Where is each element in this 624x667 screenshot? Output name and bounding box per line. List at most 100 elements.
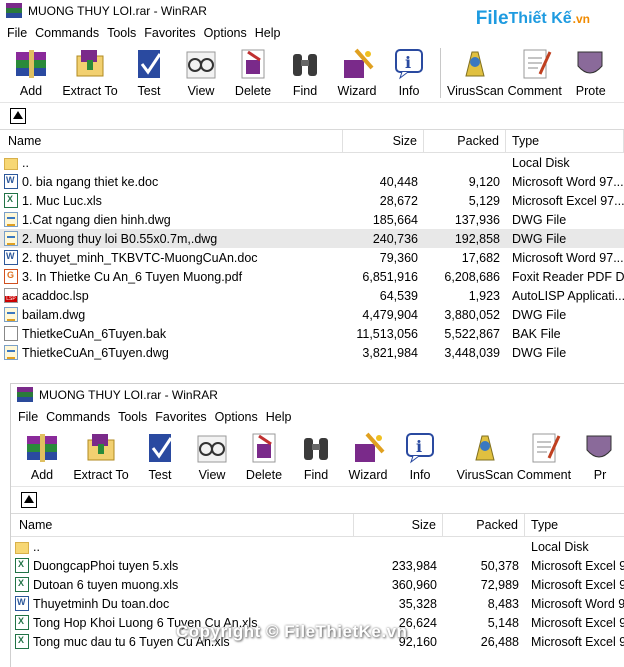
- toolbar-label: View: [187, 84, 215, 98]
- menu-help[interactable]: Help: [252, 26, 286, 40]
- column-header-packed[interactable]: Packed: [443, 514, 525, 536]
- file-row[interactable]: 1. Muc Luc.xls 28,672 5,129 Microsoft Excel…: [0, 191, 624, 210]
- column-header-type[interactable]: Type: [506, 130, 624, 152]
- file-row[interactable]: .. Local Disk: [11, 537, 624, 556]
- file-packed: 17,682: [461, 250, 500, 265]
- file-type: Microsoft Excel 97...: [531, 558, 624, 573]
- menu-commands[interactable]: Commands: [43, 410, 115, 424]
- file-packed: 6,208,686: [444, 269, 500, 284]
- prote-button[interactable]: Prote: [566, 44, 616, 98]
- view-button[interactable]: View: [176, 44, 226, 98]
- comment-button[interactable]: Comment: [506, 44, 564, 98]
- file-size: 79,360: [379, 250, 418, 265]
- view-button[interactable]: View: [187, 428, 237, 482]
- blank-file-icon: [4, 326, 18, 341]
- column-header-name[interactable]: Name: [0, 130, 343, 152]
- test-button[interactable]: Test: [124, 44, 174, 98]
- virusscan-button[interactable]: VirusScan: [457, 428, 513, 482]
- toolbar-label: Find: [303, 468, 329, 482]
- up-folder-icon[interactable]: [21, 492, 37, 508]
- file-row[interactable]: bailam.dwg 4,479,904 3,880,052 DWG File: [0, 305, 624, 324]
- test-button[interactable]: Test: [135, 428, 185, 482]
- virusscan-icon: [466, 430, 504, 466]
- column-header-name[interactable]: Name: [11, 514, 354, 536]
- svg-text:i: i: [405, 53, 411, 72]
- site-logo: File Thiết Kế .vn: [475, 8, 590, 29]
- file-row[interactable]: Thuyetminh Du toan.doc 35,328 8,483 Microso…: [11, 594, 624, 613]
- column-header-size[interactable]: Size: [343, 130, 424, 152]
- up-folder-icon[interactable]: [10, 108, 26, 124]
- toolbar-label: Extract To: [62, 84, 118, 98]
- pr-button[interactable]: Pr: [575, 428, 624, 482]
- comment-button[interactable]: Comment: [515, 428, 573, 482]
- word-file-icon: [4, 250, 18, 265]
- file-row[interactable]: 3. In Thietke Cu An_6 Tuyen Muong.pdf 6,8…: [0, 267, 624, 286]
- file-packed: 8,483: [487, 596, 519, 611]
- wizard-button[interactable]: Wizard: [332, 44, 382, 98]
- toolbar-label: Wizard: [337, 84, 377, 98]
- extract-to-button[interactable]: Extract To: [58, 44, 122, 98]
- menu-file[interactable]: File: [4, 26, 32, 40]
- file-packed: 137,936: [454, 212, 500, 227]
- file-row[interactable]: .. Local Disk: [0, 153, 624, 172]
- file-row[interactable]: acaddoc.lsp 64,539 1,923 AutoLISP Applicati…: [0, 286, 624, 305]
- column-header-packed[interactable]: Packed: [424, 130, 506, 152]
- winrar-window-main: MUONG THUY LOI.rar - WinRAR File Thiết K…: [0, 0, 624, 380]
- file-row[interactable]: 2. thuyet_minh_TKBVTC-MuongCuAn.doc 79,36…: [0, 248, 624, 267]
- file-name-cell: 3. In Thietke Cu An_6 Tuyen Muong.pdf: [0, 269, 343, 284]
- file-packed: 5,148: [487, 615, 519, 630]
- file-name: 1. Muc Luc.xls: [22, 193, 102, 208]
- toolbar-label: Test: [148, 468, 172, 482]
- menu-tools[interactable]: Tools: [115, 410, 152, 424]
- file-name-cell: 2. Muong thuy loi B0.55x0.7m,.dwg: [0, 231, 343, 246]
- menu-options[interactable]: Options: [212, 410, 263, 424]
- menu-commands[interactable]: Commands: [32, 26, 104, 40]
- menu-options[interactable]: Options: [201, 26, 252, 40]
- word-file-icon: [15, 596, 29, 611]
- file-row[interactable]: ThietkeCuAn_6Tuyen.bak 11,513,056 5,522,86…: [0, 324, 624, 343]
- menu-tools[interactable]: Tools: [104, 26, 141, 40]
- info-button[interactable]: i Info: [384, 44, 434, 98]
- info-icon: i: [390, 46, 428, 82]
- menu-favorites[interactable]: Favorites: [152, 410, 211, 424]
- add-archive-icon: [12, 46, 50, 82]
- file-size: 360,960: [391, 577, 437, 592]
- menu-help[interactable]: Help: [263, 410, 297, 424]
- file-row[interactable]: 1.Cat ngang dien hinh.dwg 185,664 137,936 D…: [0, 210, 624, 229]
- add-button[interactable]: Add: [17, 428, 67, 482]
- toolbar-label: Add: [19, 84, 43, 98]
- menu-file[interactable]: File: [15, 410, 43, 424]
- info-icon: i: [401, 430, 439, 466]
- file-packed: 192,858: [454, 231, 500, 246]
- file-row[interactable]: ThietkeCuAn_6Tuyen.dwg 3,821,984 3,448,039…: [0, 343, 624, 362]
- wizard-icon: [349, 430, 387, 466]
- file-row[interactable]: Dutoan 6 tuyen muong.xls 360,960 72,989 Mic…: [11, 575, 624, 594]
- wizard-button[interactable]: Wizard: [343, 428, 393, 482]
- file-name-cell: Dutoan 6 tuyen muong.xls: [11, 577, 354, 592]
- menu-favorites[interactable]: Favorites: [141, 26, 200, 40]
- winrar-app-icon: [17, 387, 33, 403]
- column-header-type[interactable]: Type: [525, 514, 624, 536]
- extract-to-button[interactable]: Extract To: [69, 428, 133, 482]
- add-button[interactable]: Add: [6, 44, 56, 98]
- excel-file-icon: [15, 615, 29, 630]
- find-button[interactable]: Find: [291, 428, 341, 482]
- file-type: DWG File: [512, 231, 567, 246]
- excel-file-icon: [15, 577, 29, 592]
- delete-button[interactable]: Delete: [239, 428, 289, 482]
- toolbar-label: Find: [292, 84, 318, 98]
- virusscan-button[interactable]: VirusScan: [447, 44, 504, 98]
- info-button[interactable]: i Info: [395, 428, 445, 482]
- delete-icon: [245, 430, 283, 466]
- find-button[interactable]: Find: [280, 44, 330, 98]
- file-row[interactable]: 2. Muong thuy loi B0.55x0.7m,.dwg 240,736…: [0, 229, 624, 248]
- file-row[interactable]: 0. bia ngang thiet ke.doc 40,448 9,120 Micr…: [0, 172, 624, 191]
- file-name: 0. bia ngang thiet ke.doc: [22, 174, 159, 189]
- file-row[interactable]: DuongcapPhoi tuyen 5.xls 233,984 50,378 Mic…: [11, 556, 624, 575]
- comment-icon: [525, 430, 563, 466]
- column-header-size[interactable]: Size: [354, 514, 443, 536]
- test-icon: [141, 430, 179, 466]
- file-packed: 72,989: [480, 577, 519, 592]
- toolbar-separator: [440, 48, 441, 98]
- delete-button[interactable]: Delete: [228, 44, 278, 98]
